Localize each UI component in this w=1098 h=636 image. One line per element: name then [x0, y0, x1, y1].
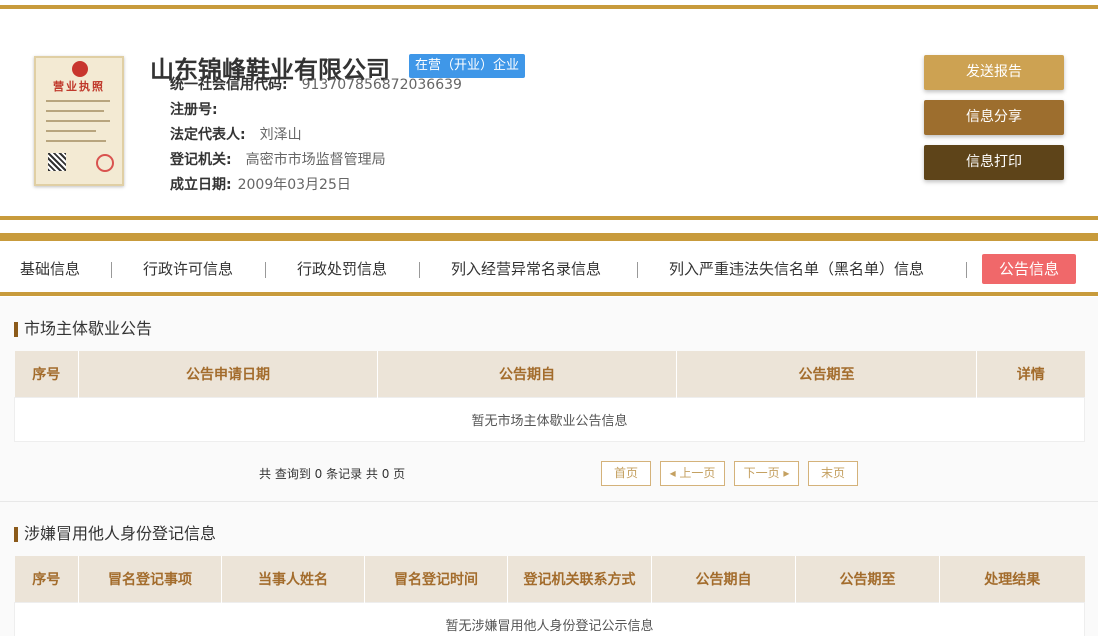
- column-header: 序号: [14, 556, 79, 602]
- column-header: 登记机关联系方式: [507, 556, 652, 602]
- reg-number-row: 注册号:: [170, 100, 232, 120]
- legal-rep-label: 法定代表人:: [170, 127, 246, 143]
- column-header: 公告期至: [795, 556, 940, 602]
- company-header: 营业执照 山东锦峰鞋业有限公司 在营（开业）企业 统一社会信用代码: 913707…: [0, 10, 1098, 216]
- suspension-table: 序号 公告申请日期 公告期自 公告期至 详情 暂无市场主体歇业公告信息: [14, 351, 1085, 442]
- column-header: 公告期至: [676, 351, 977, 397]
- tab-basic-info[interactable]: 基础信息: [20, 254, 80, 284]
- column-header: 处理结果: [939, 556, 1085, 602]
- last-page-button[interactable]: 末页: [808, 461, 858, 486]
- license-title: 营业执照: [53, 80, 105, 93]
- legal-rep-row: 法定代表人: 刘泽山: [170, 125, 302, 145]
- tab-separator: [966, 262, 967, 278]
- suspension-section-title: 市场主体歇业公告: [14, 319, 152, 339]
- first-page-button[interactable]: 首页: [601, 461, 651, 486]
- identity-fraud-table: 序号 冒名登记事项 当事人姓名 冒名登记时间 登记机关联系方式 公告期自 公告期…: [14, 556, 1085, 636]
- print-info-button[interactable]: 信息打印: [924, 145, 1064, 180]
- column-header: 冒名登记事项: [78, 556, 222, 602]
- column-header: 公告申请日期: [78, 351, 378, 397]
- table-header-row: 序号 冒名登记事项 当事人姓名 冒名登记时间 登记机关联系方式 公告期自 公告期…: [14, 556, 1085, 602]
- license-text-line: [46, 140, 106, 142]
- tab-blacklist[interactable]: 列入严重违法失信名单（黑名单）信息: [669, 254, 924, 284]
- license-text-line: [46, 100, 110, 102]
- column-header: 详情: [976, 351, 1085, 397]
- announcement-content: 市场主体歇业公告 序号 公告申请日期 公告期自 公告期至 详情 暂无市场主体歇业…: [0, 297, 1098, 636]
- send-report-button[interactable]: 发送报告: [924, 55, 1064, 90]
- empty-message: 暂无市场主体歇业公告信息: [14, 396, 1085, 442]
- tab-admin-license[interactable]: 行政许可信息: [143, 254, 233, 284]
- reg-authority-row: 登记机关: 高密市市场监督管理局: [170, 150, 386, 170]
- founded-date-label: 成立日期:: [170, 177, 232, 193]
- tab-separator: [419, 262, 420, 278]
- tab-separator: [637, 262, 638, 278]
- pager-summary: 共 查询到 0 条记录 共 0 页: [259, 467, 406, 481]
- tab-abnormal-operations[interactable]: 列入经营异常名录信息: [451, 254, 601, 284]
- tab-separator: [265, 262, 266, 278]
- table-row: 暂无涉嫌冒用他人身份登记公示信息: [14, 601, 1085, 636]
- column-header: 公告期自: [651, 556, 796, 602]
- reg-number-label: 注册号:: [170, 102, 218, 118]
- top-gold-line: [0, 5, 1098, 9]
- reg-authority-value: 高密市市场监督管理局: [245, 152, 386, 168]
- table-row: 暂无市场主体歇业公告信息: [14, 396, 1085, 442]
- tab-admin-penalty[interactable]: 行政处罚信息: [297, 254, 387, 284]
- column-header: 序号: [14, 351, 79, 397]
- license-text-line: [46, 110, 104, 112]
- column-header: 公告期自: [377, 351, 677, 397]
- qr-code-icon: [48, 153, 66, 171]
- table-header-row: 序号 公告申请日期 公告期自 公告期至 详情: [14, 351, 1085, 397]
- header-bottom-gold-line: [0, 216, 1098, 220]
- license-text-line: [46, 120, 110, 122]
- section-divider: [0, 501, 1098, 502]
- founded-date-row: 成立日期: 2009年03月25日: [170, 175, 351, 195]
- reg-authority-label: 登记机关:: [170, 152, 232, 168]
- identity-fraud-section-title: 涉嫌冒用他人身份登记信息: [14, 524, 216, 544]
- business-license-image[interactable]: 营业执照: [34, 56, 124, 186]
- next-page-button[interactable]: 下一页 ▸: [734, 461, 799, 486]
- empty-message: 暂无涉嫌冒用他人身份登记公示信息: [14, 601, 1085, 636]
- credit-code-label: 统一社会信用代码:: [170, 77, 288, 93]
- credit-code-row: 统一社会信用代码: 913707856872036639: [170, 75, 462, 95]
- prev-page-button[interactable]: ◂ 上一页: [660, 461, 725, 486]
- tab-announcements[interactable]: 公告信息: [982, 254, 1077, 284]
- national-emblem-icon: [72, 61, 88, 77]
- share-info-button[interactable]: 信息分享: [924, 100, 1064, 135]
- seal-icon: [96, 154, 114, 172]
- column-header: 冒名登记时间: [364, 556, 508, 602]
- legal-rep-value: 刘泽山: [259, 127, 302, 143]
- tabs-top-gold-line: [0, 233, 1098, 241]
- credit-code-value: 913707856872036639: [301, 77, 462, 93]
- tab-separator: [111, 262, 112, 278]
- tabs-bottom-gold-line: [0, 292, 1098, 296]
- column-header: 当事人姓名: [221, 556, 365, 602]
- info-tabs: 基础信息 行政许可信息 行政处罚信息 列入经营异常名录信息 列入严重违法失信名单…: [0, 248, 1098, 292]
- founded-date-value: 2009年03月25日: [237, 177, 351, 193]
- license-text-line: [46, 130, 96, 132]
